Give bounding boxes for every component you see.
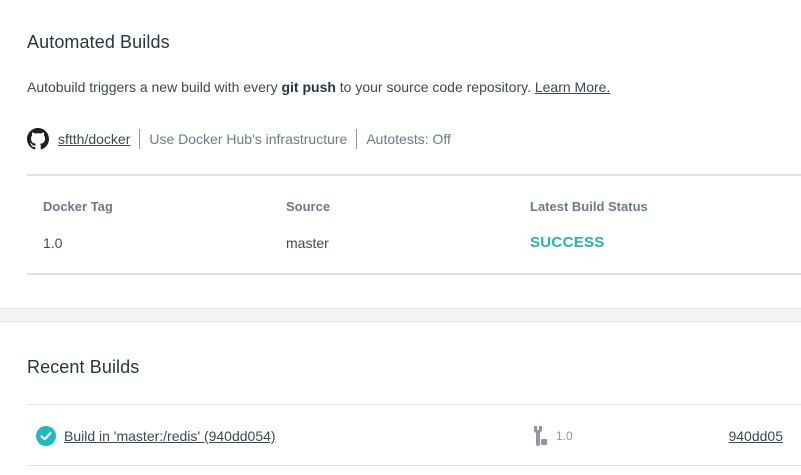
build-tag: 1.0 [556,429,573,443]
recent-builds-title: Recent Builds [27,357,140,377]
description-prefix: Autobuild triggers a new build with ever… [27,79,282,95]
description-bold: git push [281,79,336,95]
infrastructure-text: Use Docker Hub's infrastructure [149,131,348,147]
autotests-text: Autotests: Off [366,131,451,147]
automated-builds-title: Automated Builds [27,32,170,52]
autobuild-description: Autobuild triggers a new build with ever… [27,79,610,95]
repo-link[interactable]: sftth/docker [58,131,130,147]
cell-docker-tag: 1.0 [43,235,63,251]
header-docker-tag: Docker Tag [43,199,113,214]
commit-link[interactable]: 940dd05 [728,428,783,444]
divider [356,129,358,149]
section-divider [0,308,801,322]
automated-builds-section: Automated Builds Autobuild triggers a ne… [0,0,801,308]
build-rules-table: Docker Tag Source Latest Build Status 1.… [27,174,801,275]
build-list-item: Build in 'master:/redis' (940dd054) 1.0 … [27,404,801,466]
source-info-row: sftth/docker Use Docker Hub's infrastruc… [27,128,451,150]
learn-more-link[interactable]: Learn More. [535,79,610,95]
status-badge: SUCCESS [530,234,605,251]
build-link[interactable]: Build in 'master:/redis' (940dd054) [64,428,276,444]
header-latest-build-status: Latest Build Status [530,199,648,214]
header-source: Source [286,199,331,214]
github-icon [27,128,49,150]
wrench-icon [531,425,549,447]
check-circle-icon [36,426,56,446]
description-suffix: to your source code repository. [335,79,535,95]
divider [139,129,141,149]
cell-source: master [286,235,329,251]
